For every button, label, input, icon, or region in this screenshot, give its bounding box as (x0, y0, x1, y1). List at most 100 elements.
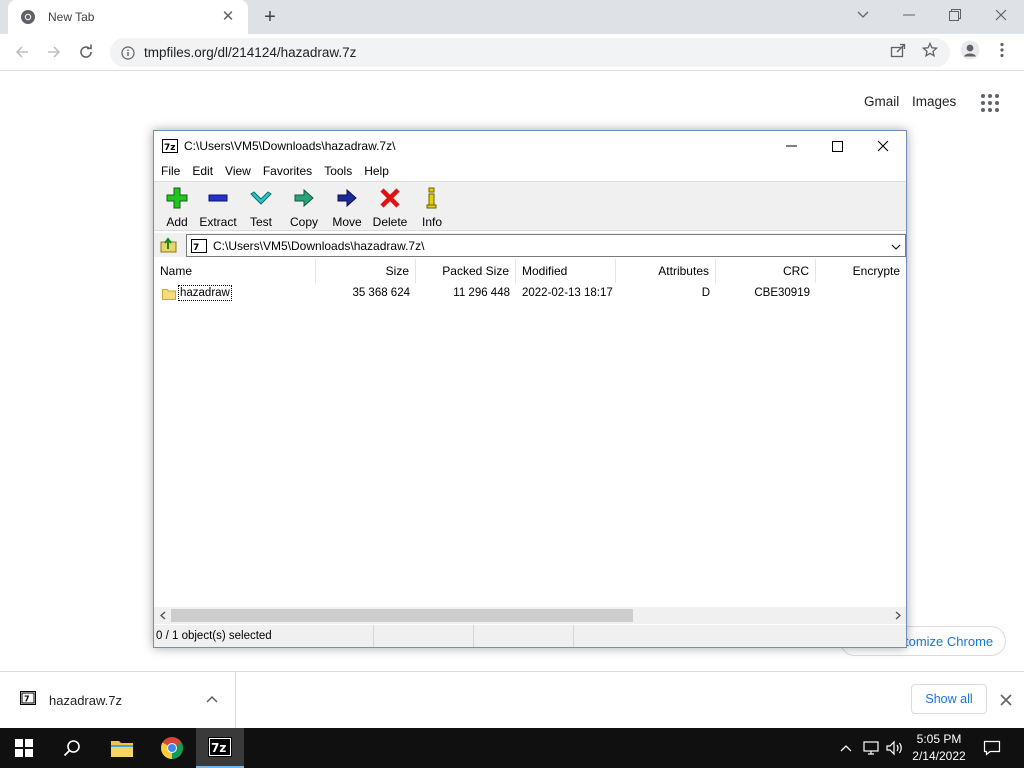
7zip-address-row: 7 C:\Users\VM5\Downloads\hazadraw.7z\ (154, 233, 906, 257)
7zip-toolbar: Add Extract Test Copy Move Delete Info (154, 181, 906, 231)
customize-chrome-label: tomize Chrome (905, 633, 994, 649)
svg-text:7z: 7z (164, 143, 176, 153)
chevron-up-icon[interactable] (204, 692, 220, 708)
7zip-path-combobox[interactable]: 7 C:\Users\VM5\Downloads\hazadraw.7z\ (186, 234, 906, 257)
tab-title: New Tab (48, 10, 95, 24)
table-row[interactable]: hazadraw 35 368 624 11 296 448 2022-02-1… (154, 283, 906, 303)
col-packed-size[interactable]: Packed Size (416, 259, 516, 283)
minimize-icon[interactable] (886, 0, 932, 30)
chevron-down-icon[interactable] (887, 239, 905, 253)
menu-kebab-icon[interactable] (990, 38, 1014, 62)
col-encrypted[interactable]: Encrypte (816, 259, 906, 283)
google-apps-icon[interactable] (980, 93, 1000, 113)
7zip-taskbar-icon[interactable]: 7z (196, 728, 244, 768)
download-shelf: 7 hazadraw.7z Show all (0, 671, 1024, 728)
move-button[interactable]: Move (325, 186, 369, 230)
show-all-button[interactable]: Show all (911, 684, 987, 714)
col-modified[interactable]: Modified (516, 259, 616, 283)
bookmark-star-icon[interactable] (918, 38, 942, 62)
notification-icon[interactable] (980, 728, 1004, 768)
images-link[interactable]: Images (912, 94, 956, 109)
download-item[interactable]: 7 hazadraw.7z (0, 672, 236, 728)
clock-date: 2/14/2022 (912, 749, 966, 763)
col-attributes[interactable]: Attributes (616, 259, 716, 283)
close-shelf-icon[interactable] (998, 692, 1014, 708)
gmail-link[interactable]: Gmail (864, 94, 899, 109)
delete-label: Delete (372, 215, 408, 229)
tab-search-icon[interactable] (840, 0, 886, 30)
row-size: 35 368 624 (352, 287, 410, 299)
scroll-left-icon[interactable] (154, 607, 171, 624)
close-window-icon[interactable] (978, 0, 1024, 30)
row-attributes: D (701, 287, 710, 299)
7zip-status-bar: 0 / 1 object(s) selected (154, 625, 906, 647)
menu-favorites[interactable]: Favorites (263, 164, 312, 178)
download-filename: hazadraw.7z (49, 693, 122, 708)
plus-icon (165, 186, 189, 210)
info-button[interactable]: Info (410, 186, 454, 230)
7zip-close-icon[interactable] (860, 131, 906, 161)
start-button[interactable] (0, 728, 48, 768)
menu-tools[interactable]: Tools (324, 164, 352, 178)
archive-file-icon: 7 (20, 690, 36, 706)
scroll-right-icon[interactable] (889, 607, 906, 624)
extract-button[interactable]: Extract (196, 186, 240, 230)
delete-button[interactable]: Delete (368, 186, 412, 230)
col-crc[interactable]: CRC (716, 259, 816, 283)
move-label: Move (332, 215, 362, 229)
7zip-minimize-icon[interactable] (768, 131, 814, 161)
file-explorer-icon[interactable] (98, 728, 146, 768)
info-icon (420, 186, 444, 210)
row-modified: 2022-02-13 18:17 (522, 287, 613, 299)
horizontal-scrollbar[interactable] (154, 607, 906, 624)
tab-close-icon[interactable]: ✕ (220, 9, 236, 25)
file-list-header: Name Size Packed Size Modified Attribute… (154, 259, 906, 283)
7zip-file-list: Name Size Packed Size Modified Attribute… (154, 259, 906, 607)
chrome-taskbar-icon[interactable] (148, 728, 196, 768)
reload-icon[interactable] (74, 40, 98, 64)
col-size[interactable]: Size (316, 259, 416, 283)
move-arrow-icon (335, 186, 359, 210)
clock-time: 5:05 PM (916, 732, 962, 746)
chrome-tab-strip: New Tab ✕ + (0, 0, 1024, 34)
profile-avatar-icon[interactable] (958, 38, 982, 62)
status-cell-3 (474, 625, 574, 647)
menu-file[interactable]: File (161, 164, 180, 178)
7zip-maximize-icon[interactable] (814, 131, 860, 161)
add-button[interactable]: Add (155, 186, 199, 230)
status-cell-4 (574, 625, 904, 647)
test-button[interactable]: Test (239, 186, 283, 230)
test-label: Test (249, 215, 272, 229)
copy-label: Copy (289, 215, 318, 229)
row-name: hazadraw (178, 285, 232, 301)
folder-icon (162, 287, 176, 300)
add-label: Add (166, 215, 188, 229)
scrollbar-thumb[interactable] (171, 609, 633, 622)
chrome-icon (20, 9, 36, 25)
tray-chevron-up-icon[interactable] (836, 728, 856, 768)
network-icon[interactable] (860, 728, 882, 768)
menu-view[interactable]: View (225, 164, 251, 178)
new-tab-button[interactable]: + (258, 6, 282, 28)
col-name[interactable]: Name (154, 259, 316, 283)
svg-text:7: 7 (193, 243, 199, 253)
7zip-path-text: C:\Users\VM5\Downloads\hazadraw.7z\ (213, 238, 425, 253)
site-info-icon[interactable] (120, 45, 136, 61)
address-bar[interactable]: tmpfiles.org/dl/214124/hazadraw.7z (110, 38, 950, 67)
tab-new-tab[interactable]: New Tab ✕ (8, 0, 248, 34)
taskbar-clock[interactable]: 5:05 PM 2/14/2022 (906, 731, 972, 765)
restore-icon[interactable] (932, 0, 978, 30)
back-icon[interactable] (10, 40, 34, 64)
copy-button[interactable]: Copy (282, 186, 326, 230)
menu-help[interactable]: Help (364, 164, 389, 178)
menu-edit[interactable]: Edit (192, 164, 213, 178)
search-icon[interactable] (48, 728, 96, 768)
forward-icon[interactable] (42, 40, 66, 64)
test-check-icon (249, 186, 273, 210)
delete-x-icon (378, 186, 402, 210)
volume-icon[interactable] (884, 728, 906, 768)
copy-arrow-icon (292, 186, 316, 210)
share-icon[interactable] (886, 38, 910, 62)
svg-text:7: 7 (24, 695, 30, 704)
folder-up-icon[interactable] (157, 235, 181, 255)
